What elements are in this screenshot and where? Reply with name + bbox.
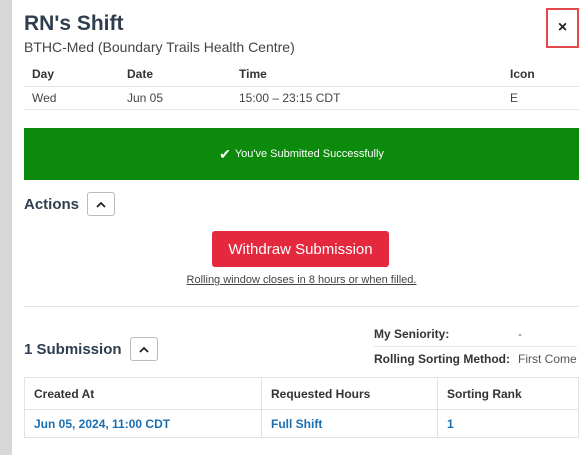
column-header-requested-hours: Requested Hours	[261, 377, 438, 410]
chevron-up-icon	[96, 201, 106, 208]
withdraw-submission-button[interactable]: Withdraw Submission	[212, 231, 389, 267]
rolling-window-note[interactable]: Rolling window closes in 8 hours or when…	[24, 274, 579, 286]
shift-icon-code: E	[502, 86, 579, 110]
submissions-collapse-button[interactable]	[129, 337, 158, 361]
column-header-created-at: Created At	[24, 377, 262, 410]
submission-created-at[interactable]: Jun 05, 2024, 11:00 CDT	[24, 409, 262, 438]
seniority-info: My Seniority: - Rolling Sorting Method: …	[374, 322, 577, 371]
actions-collapse-button[interactable]	[87, 192, 116, 216]
sorting-method-label: Rolling Sorting Method:	[374, 346, 514, 371]
success-banner: ✔ You've Submitted Successfully	[24, 128, 579, 180]
close-icon: ×	[557, 19, 568, 36]
column-header-date: Date	[119, 62, 231, 87]
submission-requested-hours[interactable]: Full Shift	[261, 409, 438, 438]
facility-name: BTHC-Med (Boundary Trails Health Centre)	[24, 39, 295, 55]
table-row: Wed Jun 05 15:00 – 23:15 CDT E	[24, 86, 579, 110]
shift-date: Jun 05	[119, 86, 231, 110]
actions-header: Actions	[24, 192, 116, 216]
success-message: You've Submitted Successfully	[234, 148, 384, 160]
divider	[24, 306, 579, 307]
submission-sorting-rank[interactable]: 1	[437, 409, 579, 438]
actions-label: Actions	[24, 195, 80, 213]
submissions-count-label: 1 Submission	[24, 340, 122, 358]
shift-day: Wed	[24, 86, 119, 110]
column-header-day: Day	[24, 62, 119, 87]
close-button[interactable]: ×	[546, 8, 579, 48]
sorting-method-value: First Come	[514, 346, 577, 371]
chevron-up-icon	[138, 346, 149, 353]
column-header-sorting-rank: Sorting Rank	[437, 377, 579, 410]
table-row: Jun 05, 2024, 11:00 CDT Full Shift 1	[24, 409, 579, 438]
column-header-time: Time	[231, 62, 502, 87]
submissions-header: 1 Submission	[24, 337, 158, 361]
column-header-icon: Icon	[502, 62, 579, 87]
seniority-value: -	[518, 327, 522, 341]
dialog-title: RN's Shift	[24, 12, 124, 35]
shift-details-table: Day Date Time Icon Wed Jun 05 15:00 – 23…	[24, 62, 579, 110]
shift-time: 15:00 – 23:15 CDT	[231, 86, 502, 110]
submissions-table: Created At Requested Hours Sorting Rank …	[24, 377, 579, 438]
checkmark-icon: ✔	[219, 145, 231, 162]
seniority-label: My Seniority:	[374, 327, 450, 341]
shift-dialog: RN's Shift BTHC-Med (Boundary Trails Hea…	[12, 0, 579, 455]
